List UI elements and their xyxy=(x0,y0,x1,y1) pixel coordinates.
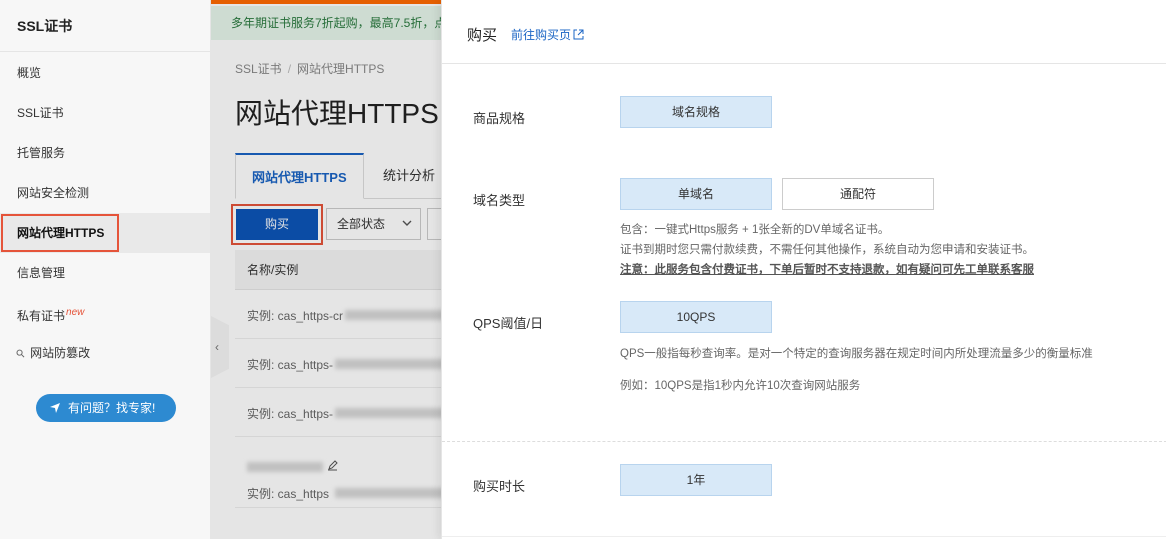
sidebar-item-label: 概览 xyxy=(17,66,42,80)
domain-type-note: 证书到期时您只需付款续费，不需任何其他操作，系统自动为您申请和安装证书。 xyxy=(620,244,1034,256)
sidebar-item-private-cert[interactable]: 私有证书new xyxy=(0,293,210,333)
link-label: 前往购买页 xyxy=(511,28,572,42)
chevron-left-icon: ‹ xyxy=(215,340,219,354)
go-to-purchase-link[interactable]: 前往购买页 xyxy=(511,26,584,43)
external-link-icon xyxy=(573,29,584,40)
sidebar-item-label: 私有证书 xyxy=(17,309,66,323)
sidebar-item-hosting[interactable]: 托管服务 xyxy=(0,133,210,173)
sidebar-item-label: SSL证书 xyxy=(17,106,64,120)
domain-type-single[interactable]: 单域名 xyxy=(620,178,772,210)
duration-option-1year[interactable]: 1年 xyxy=(620,464,772,496)
domain-type-wildcard[interactable]: 通配符 xyxy=(782,178,934,210)
sidebar-item-label: 托管服务 xyxy=(17,146,66,160)
sidebar-item-https-proxy[interactable]: 网站代理HTTPS xyxy=(0,213,210,253)
drawer-header: 购买 前往购买页 xyxy=(442,0,1166,64)
sidebar-item-label: 网站安全检测 xyxy=(17,186,90,200)
sidebar-item-label: 信息管理 xyxy=(17,266,66,280)
sidebar-item-security-scan[interactable]: 网站安全检测 xyxy=(0,173,210,213)
qps-note: QPS一般指每秒查询率。是对一个特定的查询服务器在规定时间内所处理流量多少的衡量… xyxy=(620,348,1093,360)
help-expert-button[interactable]: 有问题？找专家! xyxy=(36,394,176,422)
refund-warning: 注意：此服务包含付费证书，下单后暂时不支持退款，如有疑问可先工单联系客服 xyxy=(620,264,1034,276)
new-badge: new xyxy=(66,307,85,318)
sidebar-item-anti-tamper[interactable]: ⚲ 网站防篡改 xyxy=(0,333,210,373)
pin-icon xyxy=(50,403,60,413)
sidebar-item-ssl[interactable]: SSL证书 xyxy=(0,93,210,133)
drawer-title: 购买 xyxy=(467,27,498,44)
help-button-label: 有问题？找专家! xyxy=(68,401,156,415)
highlight-box xyxy=(1,214,119,252)
sidebar-item-label: 网站防篡改 xyxy=(30,346,91,360)
section-divider xyxy=(442,441,1166,442)
sidebar: SSL证书 概览 SSL证书 托管服务 网站安全检测 网站代理HTTPS 信息管… xyxy=(0,0,211,539)
qps-option-10[interactable]: 10QPS xyxy=(620,301,772,333)
spec-label: 商品规格 xyxy=(473,111,526,126)
collapse-sidebar-toggle[interactable]: ‹ xyxy=(211,316,229,378)
section-divider xyxy=(442,536,1166,537)
qps-label: QPS阈值/日 xyxy=(473,316,544,331)
sidebar-item-info[interactable]: 信息管理 xyxy=(0,253,210,293)
purchase-drawer: 购买 前往购买页 商品规格 域名规格 域名类型 单域名 通配符 包含：一键式Ht… xyxy=(441,0,1166,539)
duration-label: 购买时长 xyxy=(473,479,526,494)
qps-example: 例如：10QPS是指1秒内允许10次查询网站服务 xyxy=(620,380,861,392)
domain-type-label: 域名类型 xyxy=(473,193,526,208)
domain-type-note: 包含：一键式Https服务 + 1张全新的DV单域名证书。 xyxy=(620,224,890,236)
sidebar-title: SSL证书 xyxy=(0,0,210,52)
spec-option-domain[interactable]: 域名规格 xyxy=(620,96,772,128)
sidebar-item-overview[interactable]: 概览 xyxy=(0,53,210,93)
